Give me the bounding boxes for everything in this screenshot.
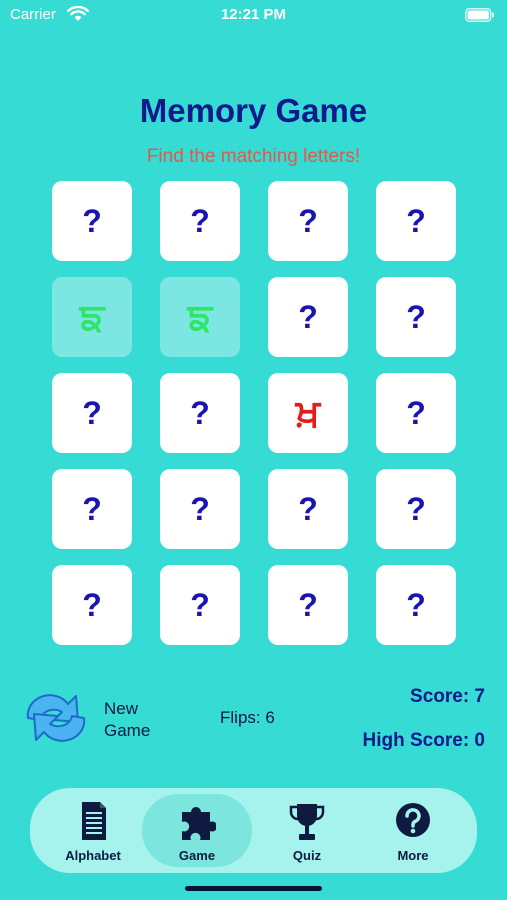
card-question-mark: ? [406,202,426,239]
card-question-mark: ? [406,394,426,431]
page-title: Memory Game [139,92,368,129]
memory-card[interactable]: ? [52,565,132,645]
tab-quiz[interactable]: Quiz [252,794,362,867]
memory-card[interactable]: ਙ [52,277,132,357]
card-question-mark: ? [82,202,102,239]
card-letter: ਙ [79,294,105,339]
status-bar: Carrier 12:21 PM [0,0,507,32]
home-indicator [185,886,322,891]
document-icon [82,802,106,840]
memory-card[interactable]: ? [376,181,456,261]
memory-card[interactable]: ? [52,181,132,261]
card-question-mark: ? [298,490,318,527]
flips-counter: Flips: 6 [220,708,275,727]
card-question-mark: ? [190,490,210,527]
memory-card[interactable]: ਙ [160,277,240,357]
card-question-mark: ? [298,202,318,239]
card-question-mark: ? [190,586,210,623]
card-question-mark: ? [406,298,426,335]
card-question-mark: ? [82,586,102,623]
memory-card[interactable]: ? [268,277,348,357]
memory-card[interactable]: ? [160,565,240,645]
refresh-icon [26,694,86,742]
card-letter: ਙ [187,294,213,339]
card-question-mark: ? [406,586,426,623]
memory-card[interactable]: ? [160,469,240,549]
tab-more[interactable]: More [358,794,468,867]
memory-card[interactable]: ਖ਼ [268,373,348,453]
card-letter: ਖ਼ [295,390,321,435]
status-time: 12:21 PM [220,6,287,23]
memory-card[interactable]: ? [160,181,240,261]
page-subtitle: Find the matching letters! [146,146,361,167]
card-question-mark: ? [82,490,102,527]
card-question-mark: ? [82,394,102,431]
memory-card[interactable]: ? [268,181,348,261]
tab-game[interactable]: Game [142,794,252,867]
memory-card[interactable]: ? [268,565,348,645]
new-game-label: New Game [104,699,151,740]
score-label: Score: 7 [410,686,485,707]
tab-label-alphabet: Alphabet [65,848,121,863]
question-circle-icon [396,803,430,837]
battery-icon [465,8,494,22]
tab-alphabet[interactable]: Alphabet [38,794,148,867]
card-question-mark: ? [406,490,426,527]
new-game-button[interactable]: New Game [20,688,160,748]
high-score-label: High Score: 0 [362,730,485,751]
memory-card[interactable]: ? [268,469,348,549]
tab-label-quiz: Quiz [292,848,322,863]
card-question-mark: ? [190,394,210,431]
tab-label-game: Game [178,848,216,863]
memory-card[interactable]: ? [376,469,456,549]
tab-bar: Alphabet Game Quiz More [30,788,477,873]
card-question-mark: ? [298,298,318,335]
memory-card[interactable]: ? [376,373,456,453]
card-question-mark: ? [298,586,318,623]
memory-card[interactable]: ? [160,373,240,453]
card-question-mark: ? [190,202,210,239]
puzzle-icon [182,807,216,840]
memory-card[interactable]: ? [376,277,456,357]
memory-card[interactable]: ? [52,469,132,549]
memory-card[interactable]: ? [376,565,456,645]
tab-label-more: More [397,848,429,863]
trophy-icon [289,804,325,840]
card-grid: ???? ਙ ਙ???? ਖ਼????????? [52,181,456,645]
memory-card[interactable]: ? [52,373,132,453]
